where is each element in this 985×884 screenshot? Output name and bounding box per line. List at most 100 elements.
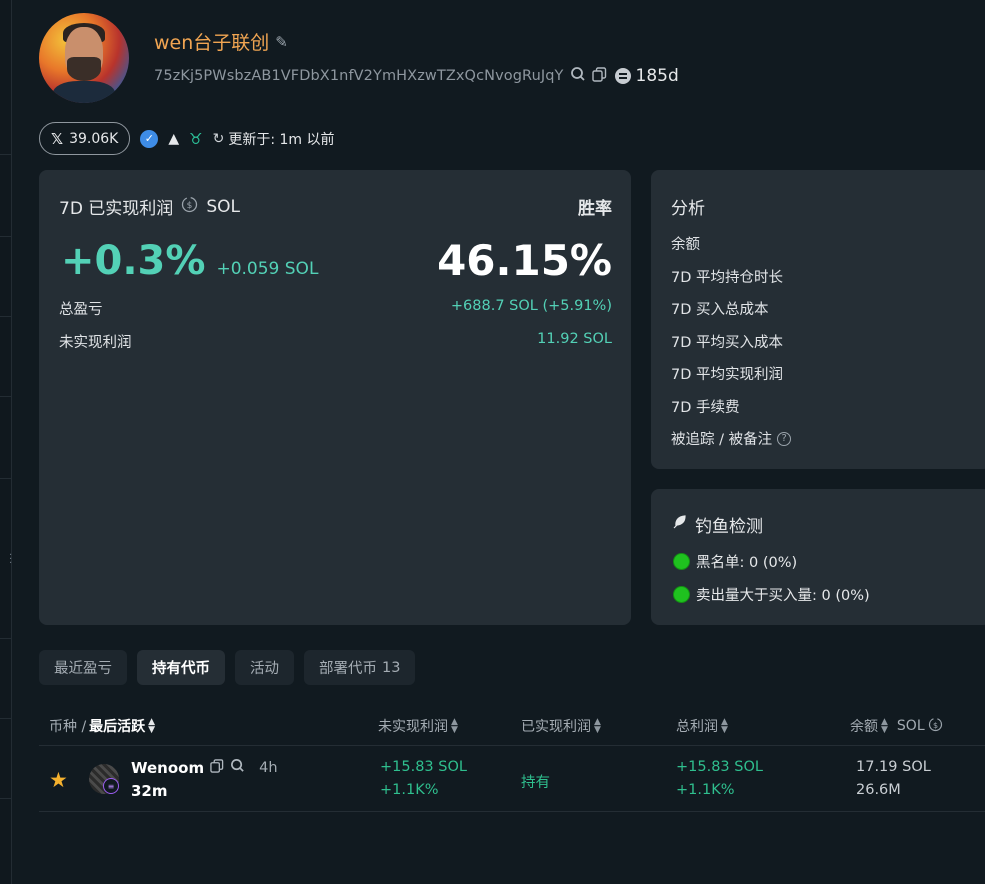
pnl-sol: +0.059 SOL (216, 259, 319, 279)
col-realized-label: 已实现利润 (521, 719, 591, 735)
svg-text:$: $ (933, 721, 938, 730)
phishing-title-text: 钓鱼检测 (695, 517, 763, 537)
solana-icon: ≡ (103, 778, 119, 794)
sell-gt-buy-text: 卖出量大于买入量: 0 (0%) (696, 588, 870, 604)
search-icon[interactable] (230, 758, 245, 777)
rail-divider (0, 638, 11, 639)
x-icon: 𝕏 (51, 129, 64, 148)
rail-divider (0, 478, 11, 479)
updated-label: 更新于: 1m 以前 (228, 131, 335, 148)
tab-holdings[interactable]: 持有代币 (137, 650, 225, 685)
help-icon[interactable]: ? (777, 431, 792, 446)
twitter-followers: 39.06K (69, 130, 119, 147)
solana-icon (614, 68, 631, 84)
rail-divider (0, 798, 11, 799)
analysis-avg-realized: 7D 平均实现利润 (671, 367, 783, 383)
analysis-card: 分析 余额 7D 平均持仓时长 7D 买入总成本 7D 平均买入成本 7D 平均… (651, 170, 985, 469)
edit-icon[interactable]: ✎ (275, 33, 288, 51)
rail-divider (0, 154, 11, 155)
pnl-summary: +0.3% +0.059 SOL (61, 238, 318, 284)
balance-sol: 17.19 SOL (856, 759, 931, 775)
analysis-balance: 余额 (671, 237, 700, 253)
wallet-age: 185d (614, 66, 679, 86)
sort-icon[interactable]: ▲ ▼ (594, 718, 601, 735)
currency-label[interactable]: SOL (206, 197, 240, 217)
realized-status: 持有 (521, 775, 550, 791)
tab-deployed-count: 13 (382, 659, 401, 676)
col-realized[interactable]: 已实现利润 ▲ ▼ (521, 716, 601, 736)
phishing-card: 钓鱼检测 黑名单: 0 (0%) 卖出量大于买入量: 0 (0%) (651, 489, 985, 625)
total-pnl-label: 总盈亏 (59, 302, 103, 318)
star-icon[interactable]: ★ (49, 768, 68, 792)
refresh-button[interactable]: ↻ 更新于: 1m 以前 (213, 129, 335, 149)
sort-icon[interactable]: ▲ ▼ (881, 718, 888, 735)
social-row: 𝕏 39.06K ✓ ▲ ♉ ↻ 更新于: 1m 以前 (39, 122, 335, 155)
pnl-title-text: 7D 已实现利润 (59, 199, 174, 219)
address-row: 75zKj5PWsbzAB1VFDbX1nfV2YmHXzwTZxQcNvogR… (154, 66, 679, 86)
winrate-title: 胜率 (578, 199, 612, 219)
col-balance-label: 余额 (850, 719, 878, 735)
tab-deployed[interactable]: 部署代币 13 (304, 650, 416, 685)
col-token[interactable]: 币种 / 最后活跃 ▲ ▼ (49, 716, 155, 736)
triangle-icon[interactable]: ▲ (168, 131, 179, 147)
currency-toggle-icon[interactable]: $ (928, 717, 943, 736)
tab-recent-pnl[interactable]: 最近盈亏 (39, 650, 127, 685)
analysis-total-cost: 7D 买入总成本 (671, 302, 769, 318)
copy-icon[interactable] (591, 66, 607, 86)
blacklist-text: 黑名单: 0 (0%) (696, 555, 798, 571)
sort-icon[interactable]: ▲ ▼ (721, 718, 728, 735)
rail-divider (0, 718, 11, 719)
sell-gt-buy-row: 卖出量大于买入量: 0 (0%) (673, 584, 870, 605)
left-sidebar-edge: · · · (0, 0, 12, 884)
col-total[interactable]: 总利润 ▲ ▼ (676, 716, 728, 736)
profile-name-row: wen台子联创 ✎ (154, 28, 288, 55)
pnl-title: 7D 已实现利润 $ SOL (59, 194, 240, 220)
total-pct: +1.1K% (676, 782, 735, 798)
phishing-title: 钓鱼检测 (671, 512, 763, 537)
wallet-age-value: 185d (635, 66, 679, 86)
col-unrealized[interactable]: 未实现利润 ▲ ▼ (378, 716, 458, 736)
tabs: 最近盈亏 持有代币 活动 部署代币 13 (39, 650, 416, 685)
rail-divider (0, 396, 11, 397)
col-total-label: 总利润 (676, 719, 718, 735)
fish-icon (671, 513, 689, 536)
wallet-address: 75zKj5PWsbzAB1VFDbX1nfV2YmHXzwTZxQcNvogR… (154, 68, 564, 84)
refresh-icon: ↻ (212, 130, 225, 147)
search-icon[interactable] (570, 66, 586, 86)
token-age: 4h (259, 759, 278, 776)
col-balance-unit[interactable]: SOL (897, 718, 925, 734)
balance-amount: 26.6M (856, 782, 901, 798)
col-token-label: 币种 / (49, 719, 87, 735)
unrealized-label: 未实现利润 (59, 335, 132, 351)
sort-icon[interactable]: ▲ ▼ (148, 718, 155, 735)
analysis-avg-cost: 7D 平均买入成本 (671, 335, 783, 351)
bull-icon[interactable]: ♉ (189, 130, 202, 148)
token-name[interactable]: Wenoom (131, 759, 204, 777)
last-active: 32m (131, 782, 168, 800)
verified-icon: ✓ (140, 129, 159, 148)
unrealized-value: 11.92 SOL (537, 331, 612, 347)
analysis-tracked-label: 被追踪 / 被备注 (671, 432, 773, 448)
total-pnl-value: +688.7 SOL (+5.91%) (450, 298, 612, 314)
analysis-tracked: 被追踪 / 被备注 ? (671, 428, 792, 449)
currency-toggle-icon[interactable]: $ (181, 196, 198, 217)
twitter-link[interactable]: 𝕏 39.06K (39, 122, 131, 155)
svg-text:$: $ (187, 201, 193, 211)
token-name-row: Wenoom 4h (131, 758, 278, 777)
col-last-active-label[interactable]: 最后活跃 (89, 716, 145, 736)
col-balance[interactable]: 余额 ▲ ▼ SOL $ (850, 716, 943, 736)
analysis-title: 分析 (671, 199, 705, 219)
tab-activity[interactable]: 活动 (235, 650, 294, 685)
pnl-percent: +0.3% (61, 238, 206, 284)
winrate-value: 46.15% (437, 236, 612, 285)
table-row[interactable]: ★ ≡ Wenoom 4h 32m +15.83 SOL +1.1K% 持有 +… (39, 746, 985, 812)
analysis-avg-hold: 7D 平均持仓时长 (671, 270, 783, 286)
unrealized-pct: +1.1K% (380, 782, 439, 798)
resize-handle[interactable]: · · · (9, 551, 12, 569)
pnl-card: 7D 已实现利润 $ SOL 胜率 +0.3% +0.059 SOL 46.15… (39, 170, 631, 625)
copy-icon[interactable] (210, 758, 224, 777)
rail-divider (0, 236, 11, 237)
avatar (39, 13, 129, 103)
blacklist-row: 黑名单: 0 (0%) (673, 551, 797, 572)
sort-icon[interactable]: ▲ ▼ (451, 718, 458, 735)
